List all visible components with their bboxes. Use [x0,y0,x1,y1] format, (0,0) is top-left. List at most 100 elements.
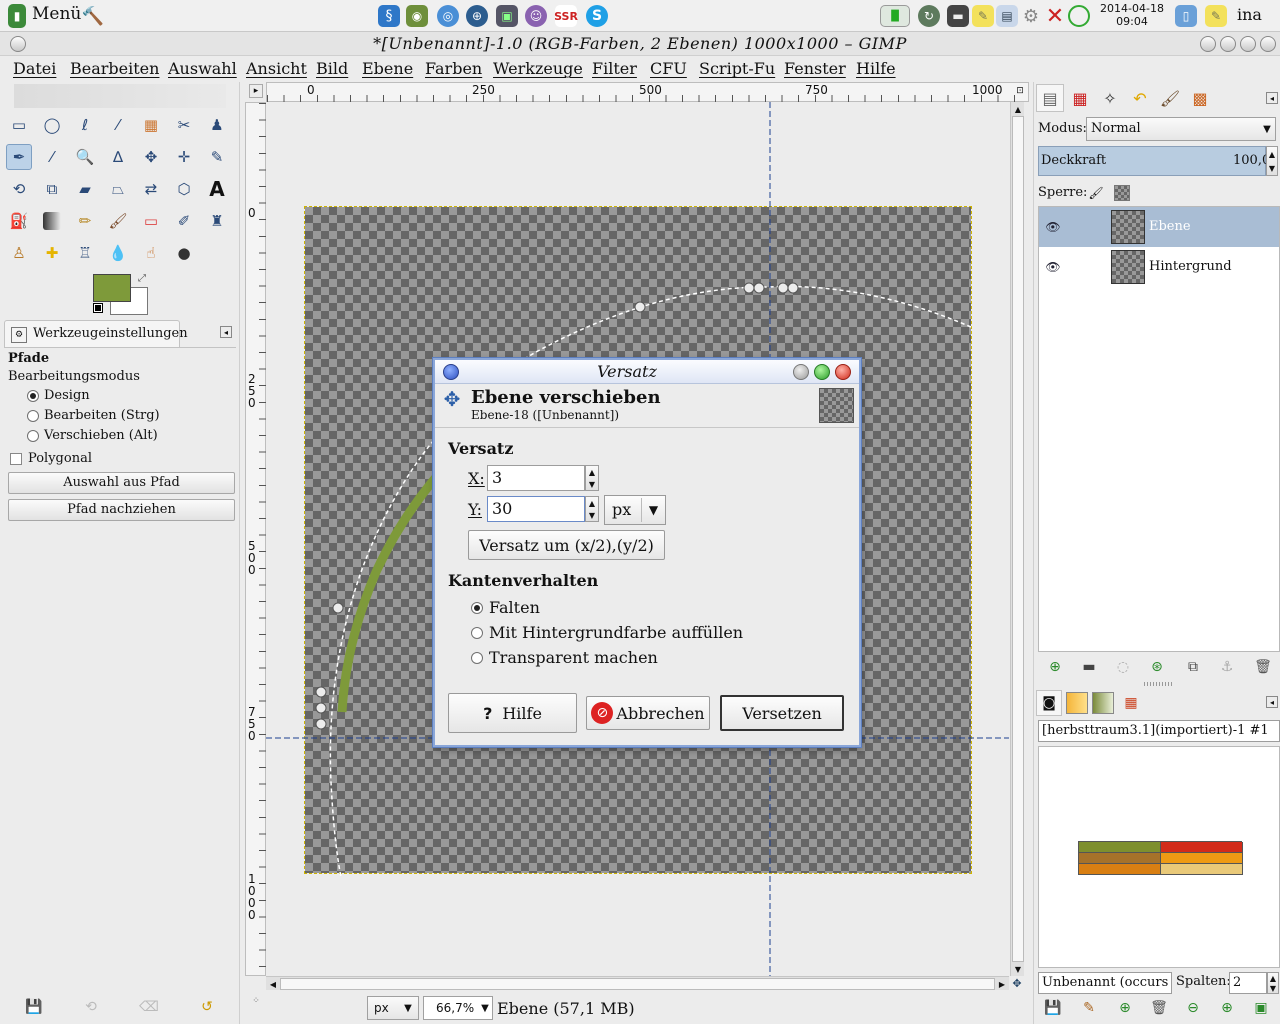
zoom-in-palette-icon[interactable]: ⊕ [1218,999,1236,1017]
y-offset-stepper[interactable]: ▲ ▼ [585,496,599,522]
close-x-icon[interactable]: ✕ [1044,4,1066,29]
menu-fenster[interactable]: Fenster [784,59,846,78]
palette-swatch[interactable] [1079,864,1161,875]
mode-design-radio[interactable] [27,390,39,402]
tab-menu-icon[interactable]: ◂ [220,326,232,338]
measure-icon[interactable]: ∆ [105,144,131,170]
crop-icon[interactable]: ✎ [204,144,230,170]
new-group-icon[interactable]: ▬ [1080,658,1098,676]
color-picker-icon[interactable]: ⁄ [39,144,65,170]
polygonal-checkbox[interactable] [10,453,22,465]
menu-bearbeiten[interactable]: Bearbeiten [70,59,159,78]
vertical-ruler[interactable]: 0 2 5 0 5 0 0 7 5 0 1 0 0 0 [245,102,266,976]
menu-farben[interactable]: Farben [425,59,482,78]
color-select-icon[interactable]: ▦ [138,112,164,138]
menu-datei[interactable]: Datei [13,59,56,78]
save-palette-icon[interactable]: 💾 [1044,999,1062,1017]
horizontal-scrollbar[interactable]: ◀ ▶ [266,976,1009,990]
maximize-button[interactable] [1240,36,1256,52]
edge-wrap-radio[interactable] [471,602,483,614]
align-icon[interactable]: ✛ [171,144,197,170]
undo-tab-icon[interactable]: ↶ [1126,84,1154,112]
magic-wand-icon[interactable]: ⁄ [105,112,131,138]
scale-icon[interactable]: ⧉ [39,176,65,202]
horizontal-ruler[interactable]: 0 250 500 750 1000 [266,82,1029,102]
heal-icon[interactable]: ✚ [39,240,65,266]
paths-tool-icon[interactable]: ✒ [6,144,32,170]
close-button[interactable] [1260,36,1276,52]
palette-swatch[interactable] [1079,842,1161,853]
gradient-icon[interactable] [43,212,61,230]
quick-mask-corner[interactable]: ▸ [249,84,263,98]
mode-move-radio[interactable] [27,430,39,442]
printer-icon[interactable]: ▬ [947,5,969,27]
network-icon[interactable]: ⊕ [466,5,488,27]
duplicate-layer-icon[interactable]: ⧉ [1184,658,1202,676]
edge-transparent-label[interactable]: Transparent machen [489,648,658,667]
x-offset-stepper[interactable]: ▲ ▼ [585,465,599,491]
clock[interactable]: 2014-04-18 09:04 [1097,2,1167,28]
tray-window-icon[interactable]: ▯ [1175,5,1197,27]
rect-select-icon[interactable]: ▭ [6,112,32,138]
mode-edit-radio[interactable] [27,410,39,422]
clone-icon[interactable]: ♙ [6,240,32,266]
new-layer-icon[interactable]: ⊕ [1046,658,1064,676]
shade-button[interactable] [1200,36,1216,52]
scroll-up-arrow[interactable]: ▲ [1011,102,1025,116]
delete-layer-icon[interactable]: 🗑 [1254,658,1272,676]
ellipse-select-icon[interactable]: ◯ [39,112,65,138]
text-tool-icon[interactable]: A [204,176,230,202]
palette-swatch[interactable] [1161,842,1243,853]
visibility-eye-icon[interactable]: 👁 [1045,259,1061,275]
eraser-icon[interactable]: ▭ [138,208,164,234]
files-icon[interactable]: ▤ [996,5,1018,27]
delete-options-icon[interactable]: ⌫ [139,998,159,1016]
perspective-clone-icon[interactable]: ♖ [72,240,98,266]
cage-icon[interactable]: ⬡ [171,176,197,202]
shear-icon[interactable]: ▰ [72,176,98,202]
edge-wrap-label[interactable]: Falten [489,598,540,617]
layer-row[interactable]: 👁 Hintergrund [1039,247,1279,287]
layers-tab-icon[interactable]: ▤ [1036,84,1064,112]
blur-icon[interactable]: 💧 [105,240,131,266]
fg-bg-tab-icon[interactable]: ◙ [1036,690,1062,716]
dialog-minimize-button[interactable] [793,364,809,380]
scroll-thumb-h[interactable] [280,978,995,990]
zoom-select[interactable]: 66,7% ▼ [423,996,493,1020]
menu-bild[interactable]: Bild [316,59,348,78]
palette-name-field[interactable]: [herbsttraum3.1](importiert)-1 #1 [1038,720,1280,742]
offset-half-button[interactable]: Versatz um (x/2),(y/2) [468,530,665,560]
palette-swatch[interactable] [1161,853,1243,864]
palettes-tab-icon[interactable]: ▦ [1120,692,1142,714]
edge-fill-label[interactable]: Mit Hintergrundfarbe auffüllen [489,623,743,642]
delete-color-icon[interactable]: 🗑 [1150,999,1168,1017]
brushes-tab-icon[interactable]: 🖌 [1156,84,1184,112]
unit-dropdown[interactable]: px ▼ [604,495,666,525]
gear-icon[interactable]: ⚙ [1020,5,1042,27]
menu-ansicht[interactable]: Ansicht [246,59,307,78]
help-button[interactable]: ? Hilfe [448,693,577,733]
wilber-drop-area[interactable] [14,84,226,108]
columns-input[interactable]: 2 [1229,972,1267,994]
dock-separator[interactable] [1144,682,1172,686]
zoom-fit-icon[interactable]: ⊡ [1013,84,1027,98]
dialog-titlebar[interactable]: Versatz [435,360,859,384]
airbrush-icon[interactable]: ✐ [171,208,197,234]
menu-button[interactable]: Menü [32,4,81,24]
minimize-button[interactable] [1220,36,1236,52]
pencil-icon[interactable]: ✏ [72,208,98,234]
perspective-icon[interactable]: ⏢ [105,176,131,202]
opacity-stepper[interactable]: ▲ ▼ [1266,146,1278,176]
lock-alpha-icon[interactable] [1114,185,1130,201]
menu-cfu[interactable]: CFU [650,59,687,78]
gradient2-tab-icon[interactable] [1092,692,1114,714]
save-options-icon[interactable]: 💾 [25,998,43,1016]
bucket-fill-icon[interactable]: ⛽ [6,208,32,234]
dialog-close-button[interactable] [835,364,851,380]
palette-swatch[interactable] [1079,853,1161,864]
cancel-button[interactable]: ⊘ Abbrechen [586,696,710,730]
scissors-icon[interactable]: ✂ [171,112,197,138]
x-offset-input[interactable]: 3 [487,465,585,491]
ssr-icon[interactable]: SSR [554,5,578,27]
mode-move-label[interactable]: Verschieben (Alt) [44,428,158,443]
